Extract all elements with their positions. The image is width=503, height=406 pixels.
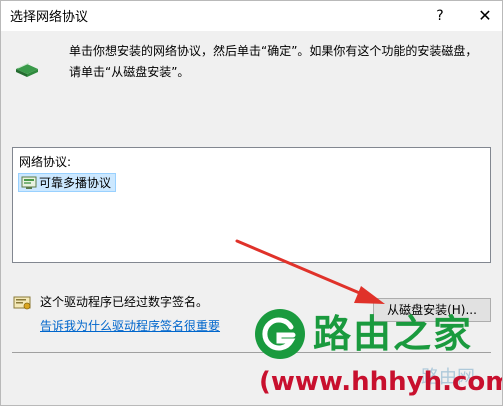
watermark-brand: 路由之家 — [313, 312, 474, 356]
watermark-logo-icon — [255, 309, 305, 359]
select-network-protocol-dialog: 选择网络协议 ? ✕ 单击你想安装的网络协议，然后单击“确定”。如果你有这个功能… — [0, 0, 503, 406]
watermark-url: (www.hhhyh.com — [259, 367, 503, 397]
